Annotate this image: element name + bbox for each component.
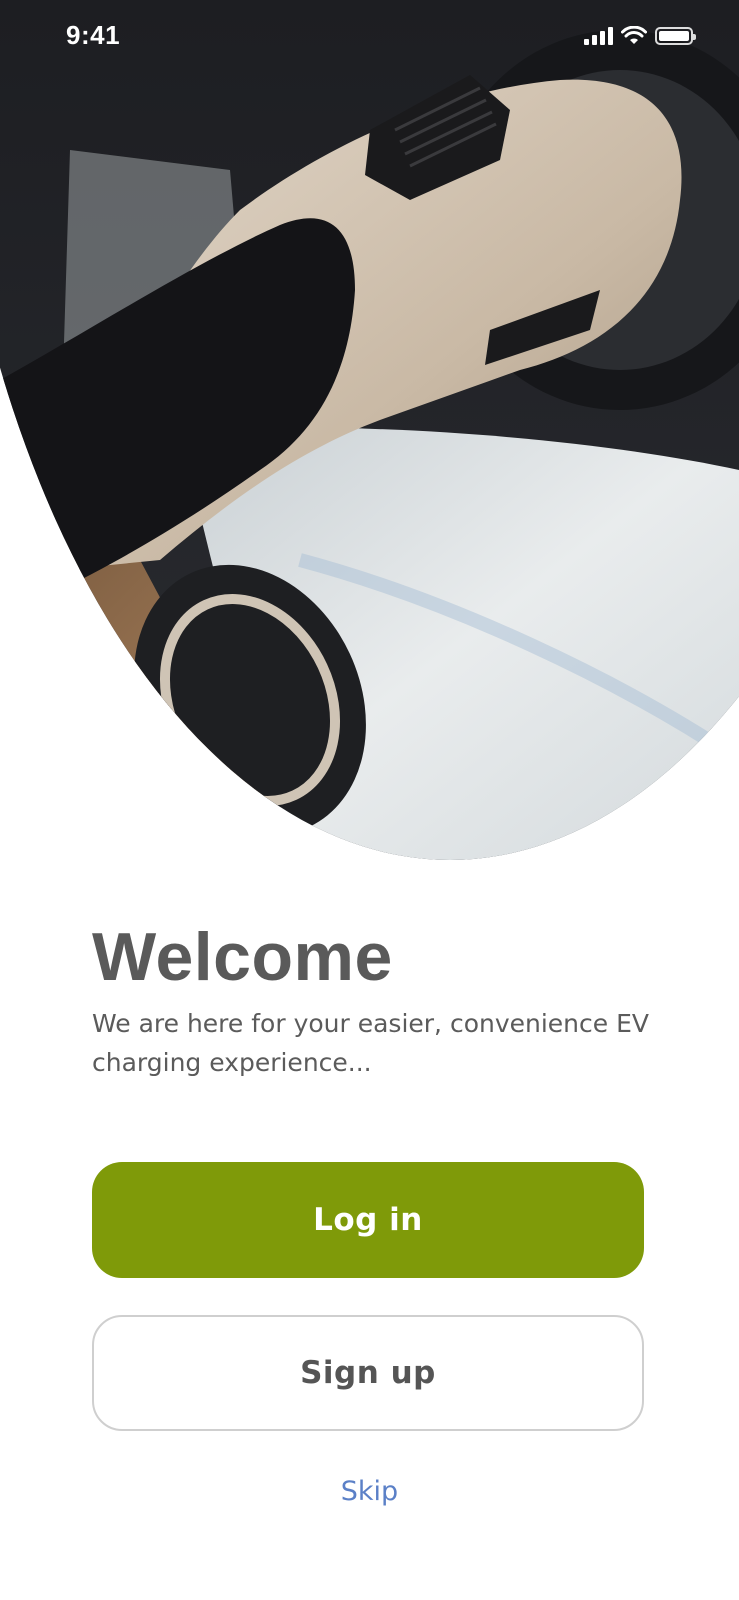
login-button[interactable]: Log in [92, 1162, 644, 1278]
skip-link[interactable]: Skip [0, 1476, 739, 1507]
welcome-screen: 9:41 Welcome We are here for your easier… [0, 0, 739, 1600]
battery-icon [655, 27, 696, 45]
wifi-icon [621, 26, 647, 44]
welcome-subtitle: We are here for your easier, convenience… [92, 1009, 649, 1077]
ev-charger-photo [0, 0, 739, 860]
welcome-title: Welcome [92, 919, 393, 995]
status-time: 9:41 [66, 20, 121, 50]
status-bar: 9:41 [0, 0, 739, 76]
login-button-label: Log in [313, 1202, 423, 1238]
signup-button-label: Sign up [300, 1355, 436, 1391]
signal-icon [584, 27, 613, 45]
signup-button[interactable]: Sign up [92, 1315, 644, 1431]
hero-image [0, 0, 739, 860]
status-icons [584, 26, 696, 46]
